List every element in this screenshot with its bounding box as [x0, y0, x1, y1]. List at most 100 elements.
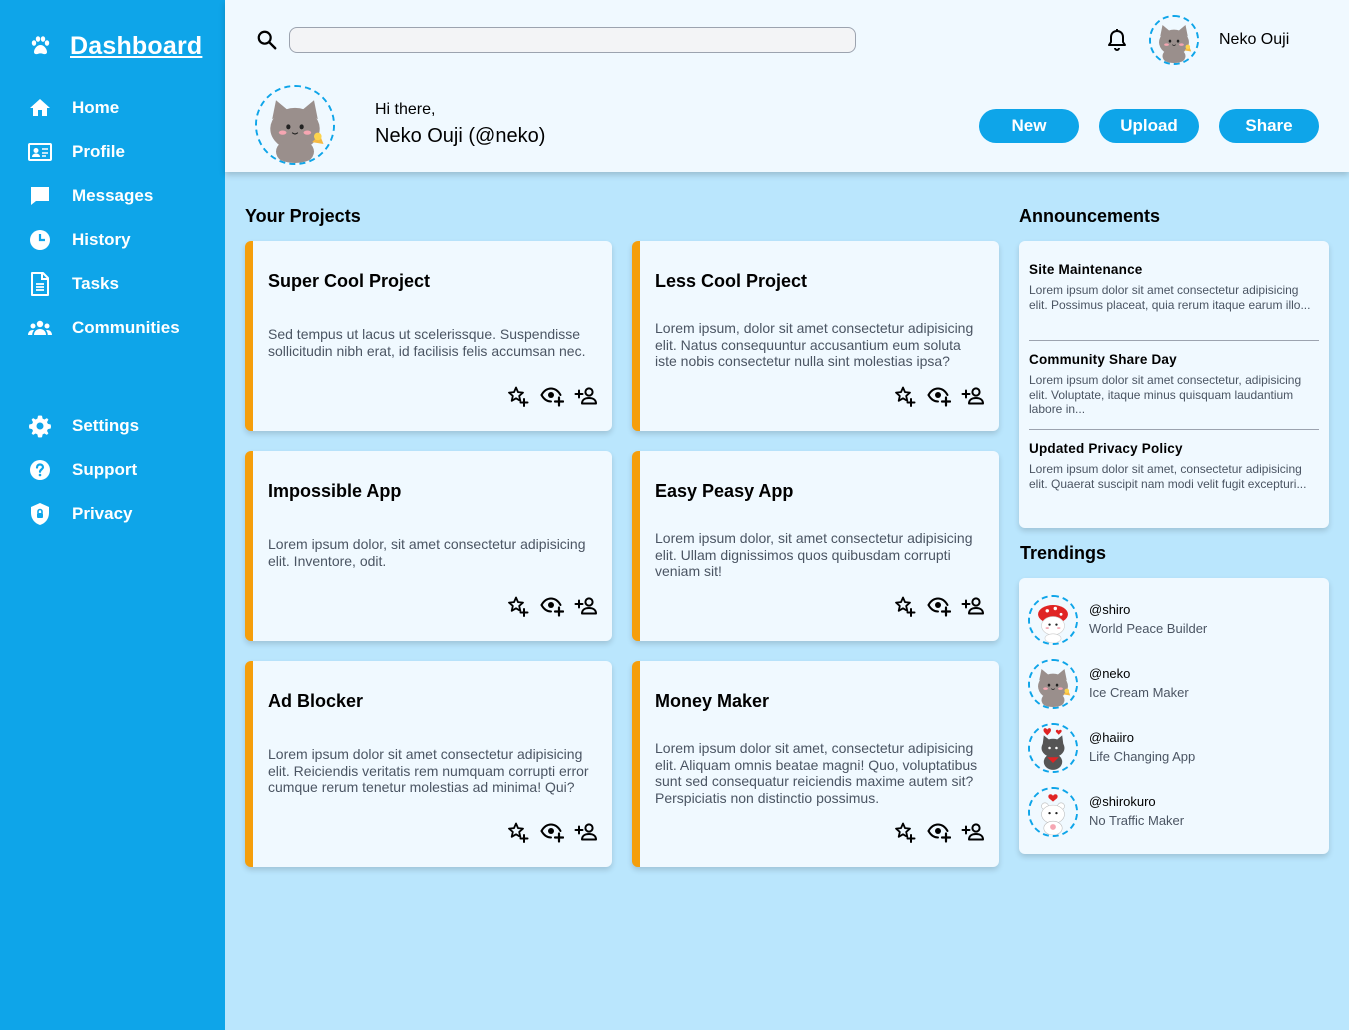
projects-title: Your Projects: [245, 206, 361, 226]
nav-item-messages[interactable]: Messages: [28, 183, 153, 209]
new-button[interactable]: New: [979, 109, 1079, 143]
cat-avatar-image: [1151, 17, 1197, 63]
bell-icon[interactable]: [1105, 28, 1129, 52]
trending-avatar[interactable]: [1028, 723, 1078, 773]
upload-button[interactable]: Upload: [1099, 109, 1199, 143]
cat-avatar-image: [1030, 597, 1076, 643]
project-card[interactable]: Impossible App Lorem ipsum dolor, sit am…: [245, 451, 612, 641]
star-add-icon[interactable]: [893, 594, 917, 618]
nav-label: Support: [72, 460, 138, 479]
trending-avatar[interactable]: [1028, 595, 1078, 645]
nav-label: Profile: [72, 142, 125, 161]
project-card[interactable]: Ad Blocker Lorem ipsum dolor sit amet co…: [245, 661, 612, 867]
divider: [1029, 429, 1319, 430]
announcement-item[interactable]: Updated Privacy Policy Lorem ipsum dolor…: [1029, 441, 1319, 491]
nav-label: Settings: [72, 416, 140, 435]
card-description: Sed tempus ut lacus ut scelerissque. Sus…: [268, 326, 586, 359]
sidebar: Dashboard Home Profile Messages History …: [0, 0, 225, 1030]
star-add-icon[interactable]: [506, 594, 530, 618]
home-icon: [30, 99, 50, 116]
message-icon: [31, 187, 49, 205]
document-icon: [31, 272, 49, 296]
share-button[interactable]: Share: [1219, 109, 1319, 143]
divider: [1029, 340, 1319, 341]
trending-item[interactable]: @neko Ice Cream Maker: [1028, 659, 1318, 709]
search-input[interactable]: [289, 27, 856, 53]
trending-subtitle: Ice Cream Maker: [1089, 685, 1189, 700]
nav-label: Privacy: [72, 504, 133, 523]
star-add-icon[interactable]: [506, 384, 530, 408]
person-add-icon[interactable]: [574, 820, 598, 844]
project-card[interactable]: Less Cool Project Lorem ipsum, dolor sit…: [632, 241, 999, 431]
card-title: Easy Peasy App: [655, 481, 794, 501]
trending-item[interactable]: @haiiro Life Changing App: [1028, 723, 1318, 773]
card-description: Lorem ipsum dolor sit amet consectetur a…: [268, 746, 589, 795]
header-username[interactable]: Neko Ouji: [1219, 31, 1289, 49]
user-avatar[interactable]: [1149, 15, 1199, 65]
eye-add-icon[interactable]: [540, 594, 564, 618]
card-description: Lorem ipsum, dolor sit amet consectetur …: [655, 320, 974, 369]
nav-item-tasks[interactable]: Tasks: [28, 271, 119, 297]
eye-add-icon[interactable]: [540, 384, 564, 408]
person-add-icon[interactable]: [574, 384, 598, 408]
trending-avatar[interactable]: [1028, 659, 1078, 709]
nav-item-profile[interactable]: Profile: [28, 139, 125, 165]
project-card[interactable]: Money Maker Lorem ipsum dolor sit amet, …: [632, 661, 999, 867]
project-card[interactable]: Super Cool Project Sed tempus ut lacus u…: [245, 241, 612, 431]
trending-subtitle: No Traffic Maker: [1089, 813, 1185, 828]
eye-add-icon[interactable]: [540, 820, 564, 844]
trending-item[interactable]: @shirokuro No Traffic Maker: [1028, 787, 1318, 837]
trending-avatar[interactable]: [1028, 787, 1078, 837]
brand[interactable]: Dashboard: [28, 30, 202, 62]
announcement-item[interactable]: Community Share Day Lorem ipsum dolor si…: [1029, 352, 1319, 417]
nav-item-home[interactable]: Home: [28, 95, 119, 121]
trending-subtitle: World Peace Builder: [1089, 621, 1208, 636]
trending-item[interactable]: @shiro World Peace Builder: [1028, 595, 1318, 645]
card-title: Super Cool Project: [268, 271, 431, 291]
card-description: Lorem ipsum dolor, sit amet consectetur …: [655, 530, 973, 579]
trending-subtitle: Life Changing App: [1089, 749, 1196, 764]
person-add-icon[interactable]: [574, 594, 598, 618]
profile-fullname: Neko Ouji (@neko): [375, 125, 546, 147]
star-add-icon[interactable]: [893, 820, 917, 844]
star-add-icon[interactable]: [893, 384, 917, 408]
trending-handle[interactable]: @haiiro: [1089, 730, 1134, 745]
card-actions: [506, 820, 598, 844]
announcement-title: Updated Privacy Policy: [1029, 441, 1183, 456]
person-add-icon[interactable]: [961, 384, 985, 408]
eye-add-icon[interactable]: [927, 594, 951, 618]
card-actions: [893, 820, 985, 844]
announcement-item[interactable]: Site Maintenance Lorem ipsum dolor sit a…: [1029, 262, 1319, 312]
nav-item-settings[interactable]: Settings: [28, 413, 139, 439]
nav-item-privacy[interactable]: Privacy: [28, 501, 133, 527]
card-actions: [893, 384, 985, 408]
announcements-panel: Site Maintenance Lorem ipsum dolor sit a…: [1019, 241, 1329, 528]
trending-handle[interactable]: @neko: [1089, 666, 1130, 681]
star-add-icon[interactable]: [506, 820, 530, 844]
clock-icon: [30, 230, 50, 250]
announcements-title: Announcements: [1019, 206, 1161, 226]
project-card[interactable]: Easy Peasy App Lorem ipsum dolor, sit am…: [632, 451, 999, 641]
nav-item-history[interactable]: History: [28, 227, 131, 253]
nav-item-communities[interactable]: Communities: [28, 315, 180, 341]
help-icon: [30, 460, 50, 480]
announcement-text: Lorem ipsum dolor sit amet consectetur, …: [1029, 373, 1302, 416]
trending-handle[interactable]: @shirokuro: [1089, 794, 1156, 809]
card-title: Money Maker: [655, 691, 770, 711]
cat-avatar-image: [1030, 789, 1076, 835]
person-add-icon[interactable]: [961, 594, 985, 618]
person-add-icon[interactable]: [961, 820, 985, 844]
eye-add-icon[interactable]: [927, 384, 951, 408]
trendings-panel: @shiro World Peace Builder @neko Ice Cre…: [1019, 578, 1329, 854]
brand-title[interactable]: Dashboard: [70, 32, 202, 61]
card-title: Impossible App: [268, 481, 402, 501]
announcement-title: Site Maintenance: [1029, 262, 1143, 277]
card-description: Lorem ipsum dolor, sit amet consectetur …: [268, 536, 586, 569]
announcement-text: Lorem ipsum dolor sit amet, consectetur …: [1029, 462, 1307, 491]
card-actions: [893, 594, 985, 618]
eye-add-icon[interactable]: [927, 820, 951, 844]
card-title: Ad Blocker: [268, 691, 364, 711]
search-icon[interactable]: [256, 29, 278, 51]
nav-item-support[interactable]: Support: [28, 457, 137, 483]
trending-handle[interactable]: @shiro: [1089, 602, 1130, 617]
